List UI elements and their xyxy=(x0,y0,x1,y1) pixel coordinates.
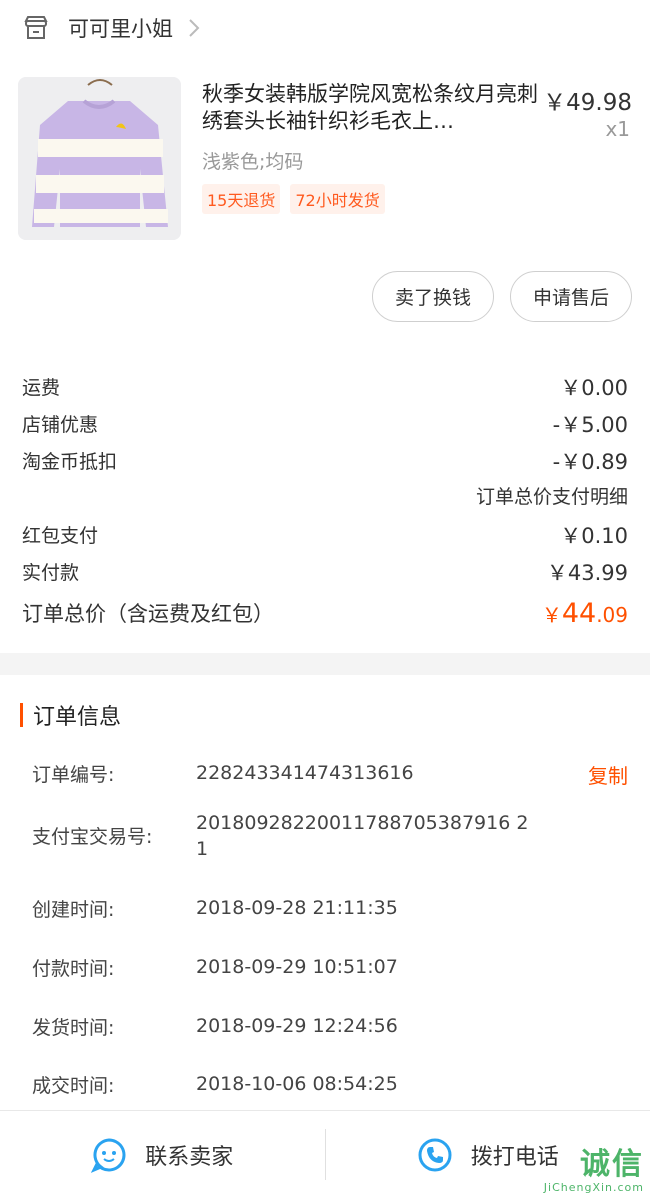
store-name: 可可里小姐 xyxy=(68,17,173,41)
fee-row-coin: 淘金币抵扣 -￥0.89 xyxy=(22,442,628,479)
fee-value: ￥0.10 xyxy=(560,523,628,548)
total-integer: 44 xyxy=(561,597,597,629)
product-tags: 15天退货 72小时发货 xyxy=(202,184,385,214)
chat-icon xyxy=(91,1137,126,1173)
chevron-right-icon xyxy=(189,19,200,37)
fee-value: ￥43.99 xyxy=(546,560,628,585)
info-value: 2018-10-06 08:54:25 xyxy=(196,1073,398,1095)
info-label: 发货时间: xyxy=(32,1017,115,1039)
fee-label: 店铺优惠 xyxy=(22,414,99,436)
info-value: 2018-09-29 12:24:56 xyxy=(196,1015,398,1037)
info-label: 付款时间: xyxy=(32,958,115,980)
fee-row-shipping: 运费 ￥0.00 xyxy=(22,368,628,405)
fee-label: 实付款 xyxy=(22,562,80,584)
accent-bar xyxy=(20,703,23,727)
fee-row-redpacket: 红包支付 ￥0.10 xyxy=(22,516,628,553)
contact-seller-label: 联系卖家 xyxy=(145,1144,234,1170)
sell-button[interactable]: 卖了换钱 xyxy=(371,271,494,322)
fee-value: -￥0.89 xyxy=(552,449,628,474)
section-divider xyxy=(0,653,650,675)
watermark-url: JiChengXin.com xyxy=(543,1181,644,1194)
total-currency: ￥ xyxy=(541,602,562,627)
product-item[interactable]: 秋季女装韩版学院风宽松条纹月亮刺绣套头长袖针织衫毛衣上… ￥49.98 x1 浅… xyxy=(18,77,638,242)
fee-row-paid: 实付款 ￥43.99 xyxy=(22,553,628,590)
tag-return-policy: 15天退货 xyxy=(202,184,281,214)
order-info-title: 订单信息 xyxy=(33,705,122,730)
order-total-label: 订单总价（含运费及红包） xyxy=(22,602,274,626)
order-info-header: 订单信息 xyxy=(20,700,121,730)
fee-label: 运费 xyxy=(22,377,61,399)
info-value: 228243341474313616 xyxy=(196,762,414,784)
fee-row-store-discount: 店铺优惠 -￥5.00 xyxy=(22,405,628,442)
product-sku: 浅紫色;均码 xyxy=(202,151,304,173)
watermark-logo: 诚信 JiChengXin.com xyxy=(543,1147,644,1195)
product-price: ￥49.98 xyxy=(543,90,632,116)
info-label: 支付宝交易号: xyxy=(32,826,153,848)
info-label: 创建时间: xyxy=(32,899,115,921)
contact-seller-button[interactable]: 联系卖家 xyxy=(0,1111,325,1198)
fee-label: 红包支付 xyxy=(22,525,99,547)
store-header[interactable]: 可可里小姐 xyxy=(0,0,650,56)
order-total-row: 订单总价（含运费及红包） ￥44.09 xyxy=(22,590,628,636)
store-icon xyxy=(24,16,48,39)
tag-shipping-time: 72小时发货 xyxy=(290,184,385,214)
info-label: 订单编号: xyxy=(32,764,115,786)
after-sale-button[interactable]: 申请售后 xyxy=(509,271,632,322)
fee-summary: 运费 ￥0.00 店铺优惠 -￥5.00 淘金币抵扣 -￥0.89 订单总价支付… xyxy=(22,368,628,636)
fee-value: ￥0.00 xyxy=(560,375,628,400)
info-value: 2018-09-29 10:51:07 xyxy=(196,956,398,978)
info-value: 2018-09-28 21:11:35 xyxy=(196,897,398,919)
fee-value: -￥5.00 xyxy=(552,412,628,437)
fee-label: 淘金币抵扣 xyxy=(22,451,118,473)
payment-detail-link[interactable]: 订单总价支付明细 xyxy=(22,479,628,516)
info-label: 成交时间: xyxy=(32,1075,115,1097)
product-actions: 卖了换钱 申请售后 xyxy=(371,271,632,322)
watermark-main: 诚信 xyxy=(580,1147,644,1182)
copy-button[interactable]: 复制 xyxy=(588,760,628,789)
product-title[interactable]: 秋季女装韩版学院风宽松条纹月亮刺绣套头长袖针织衫毛衣上… xyxy=(202,81,540,135)
product-quantity: x1 xyxy=(605,117,630,141)
product-image xyxy=(18,77,181,240)
order-total-value: ￥44.09 xyxy=(542,598,628,629)
info-value: 20180928220011788705387916 21 xyxy=(196,812,529,860)
total-decimal: .09 xyxy=(596,602,628,627)
phone-icon xyxy=(418,1138,452,1171)
